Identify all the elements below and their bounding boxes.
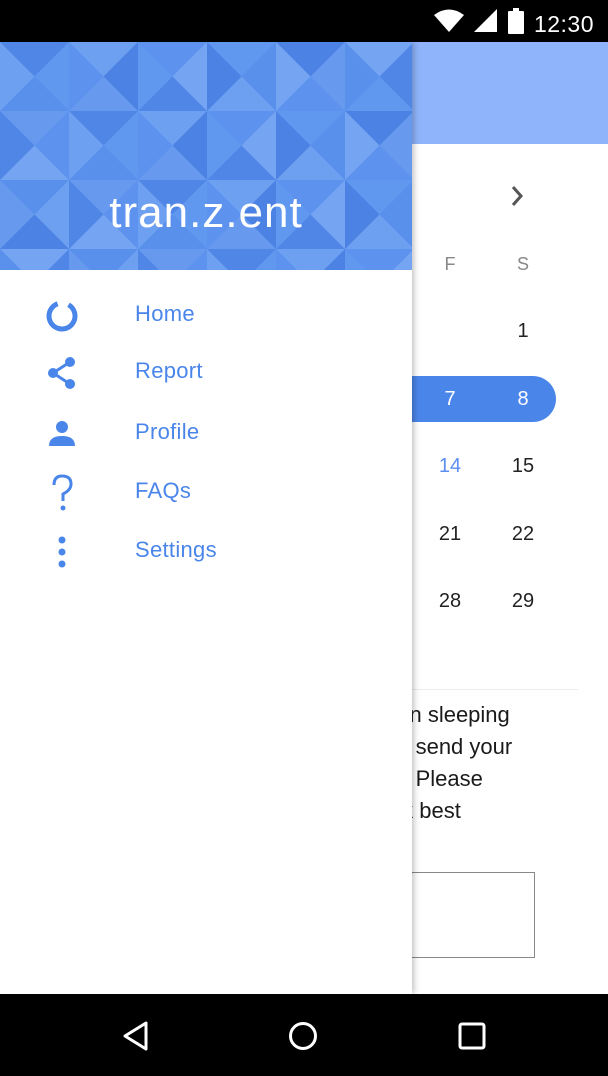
cellular-signal-icon (473, 9, 498, 39)
recents-icon[interactable] (452, 1016, 492, 1056)
body-text-line: een sleeping (385, 702, 510, 727)
system-nav-bar (0, 994, 608, 1076)
body-text-line: ink best (385, 798, 461, 823)
status-icons: 12:30 (433, 8, 594, 40)
status-time: 12:30 (533, 10, 594, 37)
drawer-item-label: FAQs (135, 478, 192, 503)
drawer-item-report[interactable]: Report (0, 343, 412, 399)
drawer-header: tran.z.ent (0, 42, 412, 270)
drawer-item-settings[interactable]: Settings (0, 522, 412, 578)
divider (404, 689, 578, 690)
person-icon (40, 416, 84, 452)
drawer-item-faqs[interactable]: FAQs (0, 463, 412, 519)
calendar-day[interactable]: 1 (493, 320, 553, 343)
more-vertical-icon (40, 534, 84, 570)
calendar-day-today[interactable]: 14 (420, 455, 480, 478)
drawer-item-label: Settings (135, 537, 217, 562)
chevron-right-icon[interactable] (506, 184, 530, 208)
back-icon[interactable] (116, 1016, 156, 1056)
share-icon (40, 355, 84, 391)
calendar-day[interactable]: 28 (420, 590, 480, 613)
calendar-day[interactable]: 21 (420, 523, 480, 546)
drawer-title: tran.z.ent (109, 188, 303, 237)
drawer-item-home[interactable]: Home (0, 286, 412, 342)
question-mark-icon (40, 474, 84, 511)
body-text-line: er. Please (385, 766, 483, 791)
body-text-line: ou send your (385, 734, 513, 759)
wifi-icon (433, 9, 464, 39)
drawer-item-label: Report (135, 358, 203, 383)
calendar-day-selected[interactable]: 7 (420, 388, 480, 411)
calendar-day-selected[interactable]: 8 (493, 388, 553, 411)
drawer-item-label: Home (135, 301, 195, 326)
drawer-item-label: Profile (135, 419, 200, 444)
donut-icon (40, 298, 84, 334)
calendar-day[interactable]: 29 (493, 590, 553, 613)
navigation-drawer: tran.z.ent Home Report Profile FAQs Sett… (0, 42, 412, 994)
body-text: een sleeping ou send your er. Please ink be… (385, 699, 605, 827)
weekday-label: F (444, 254, 456, 274)
status-bar: 12:30 (0, 0, 608, 42)
calendar-day[interactable]: 22 (493, 523, 553, 546)
weekday-label: S (516, 254, 529, 274)
battery-icon (507, 8, 524, 40)
calendar-day[interactable]: 15 (493, 455, 553, 478)
home-icon[interactable] (283, 1016, 323, 1056)
drawer-item-profile[interactable]: Profile (0, 404, 412, 460)
